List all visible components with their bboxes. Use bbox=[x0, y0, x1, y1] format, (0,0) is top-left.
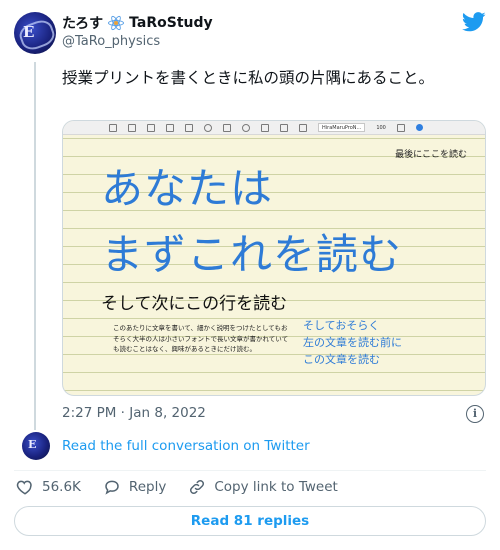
read-replies-button[interactable]: Read 81 replies bbox=[14, 506, 486, 536]
pencil-icon bbox=[185, 123, 193, 132]
blue-line-3: この文章を読む bbox=[303, 353, 380, 366]
font-size-field: 100 bbox=[376, 124, 386, 131]
next-line-text: そして次にこの行を読む bbox=[101, 294, 288, 314]
conversation-avatar bbox=[22, 432, 50, 460]
like-count: 56.6K bbox=[42, 479, 81, 495]
tweet-image[interactable]: HiraMaruProN... 100 最後にここを読む あなたは まずこれを読… bbox=[62, 120, 486, 396]
read-last-note: 最後にここを読む bbox=[395, 150, 467, 160]
text-tool-icon bbox=[280, 123, 288, 132]
author-name-row[interactable]: たろす TaRoStudy bbox=[62, 13, 213, 33]
highlighter-icon bbox=[166, 123, 174, 132]
tweet-actions: 56.6K Reply Copy link to Tweet bbox=[16, 478, 360, 496]
reply-bubble-icon bbox=[105, 480, 119, 495]
author-study-name[interactable]: TaRoStudy bbox=[129, 15, 212, 31]
author-avatar[interactable] bbox=[14, 12, 56, 54]
headline-line-1: あなたは bbox=[101, 164, 274, 213]
author-display-name[interactable]: たろす bbox=[62, 13, 103, 33]
pen-icon bbox=[128, 123, 136, 132]
blue-note-lines: そしておそらく 左の文章を読む前に この文章を読む bbox=[303, 317, 402, 368]
laser-icon bbox=[299, 123, 307, 132]
tweet-timestamp[interactable]: 2:27 PM · Jan 8, 2022 bbox=[62, 405, 206, 421]
sticker-icon bbox=[242, 123, 250, 132]
font-name-field: HiraMaruProN... bbox=[318, 123, 366, 132]
read-conversation-link[interactable]: Read the full conversation on Twitter bbox=[62, 438, 310, 454]
lasso-icon bbox=[204, 123, 212, 132]
tweet-card: たろす TaRoStudy @TaRo_physics 授業プリントを書くときに… bbox=[0, 0, 500, 550]
info-icon[interactable]: i bbox=[466, 405, 484, 423]
small-paragraph: このあたりに文章を書いて、細かく説明をつけたとしてもおそらく大半の人は小さいフォ… bbox=[113, 324, 289, 353]
thread-line bbox=[34, 62, 36, 430]
like-button[interactable]: 56.6K bbox=[16, 478, 81, 496]
divider bbox=[14, 470, 486, 471]
copy-link-label: Copy link to Tweet bbox=[214, 479, 338, 495]
copy-link-button[interactable]: Copy link to Tweet bbox=[188, 478, 338, 496]
heart-icon bbox=[16, 480, 32, 495]
author-handle[interactable]: @TaRo_physics bbox=[62, 34, 160, 49]
text-align-icon bbox=[396, 123, 405, 132]
twitter-bird-icon[interactable] bbox=[462, 12, 486, 32]
reply-label: Reply bbox=[128, 479, 167, 495]
eraser-icon bbox=[147, 123, 155, 132]
headline-line-2: まずこれを読む bbox=[101, 230, 403, 279]
blue-line-1: そしておそらく bbox=[303, 319, 380, 332]
note-app-toolbar: HiraMaruProN... 100 bbox=[63, 121, 485, 135]
atom-emoji-icon bbox=[107, 14, 125, 32]
link-icon bbox=[190, 479, 205, 495]
tweet-text: 授業プリントを書くときに私の頭の片隅にあること。 bbox=[62, 69, 435, 87]
image-icon bbox=[261, 123, 269, 132]
sidebar-icon bbox=[109, 123, 117, 132]
reply-button[interactable]: Reply bbox=[103, 478, 166, 496]
blue-line-2: 左の文章を読む前に bbox=[303, 336, 402, 349]
shape-icon bbox=[223, 123, 231, 132]
color-picker-icon bbox=[415, 124, 423, 131]
